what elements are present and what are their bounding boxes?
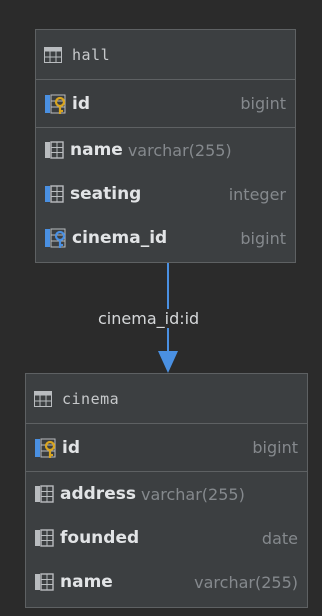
column-row-founded[interactable]: founded date — [26, 516, 307, 560]
column-row-id[interactable]: id bigint — [26, 424, 307, 471]
table-title: hall — [72, 45, 111, 64]
column-notnull-icon — [44, 184, 66, 204]
column-row-name[interactable]: name varchar(255) — [36, 128, 295, 172]
table-header[interactable]: hall — [36, 30, 295, 80]
column-type: integer — [228, 184, 286, 204]
table-hall[interactable]: hall id bigint name varchar(255) seating… — [35, 29, 296, 263]
column-name: founded — [60, 528, 140, 548]
column-name: address — [60, 484, 136, 504]
column-name: name — [70, 140, 123, 160]
table-icon — [34, 390, 52, 407]
column-type: bigint — [240, 94, 286, 113]
column-row-id[interactable]: id bigint — [36, 80, 295, 127]
primary-key-section: id bigint — [36, 80, 295, 128]
relation-arrowhead — [158, 351, 178, 373]
column-icon — [44, 140, 66, 160]
column-type: varchar(255) — [140, 484, 245, 504]
column-row-name[interactable]: name varchar(255) — [26, 560, 307, 604]
column-name: cinema_id — [72, 228, 168, 248]
column-name: id — [72, 93, 90, 114]
column-type: bigint — [252, 438, 298, 457]
column-row-cinema-id[interactable]: cinema_id bigint — [36, 216, 295, 260]
column-row-address[interactable]: address varchar(255) — [26, 472, 307, 516]
column-icon — [34, 484, 56, 504]
column-type: varchar(255) — [194, 572, 298, 592]
column-name: seating — [70, 184, 142, 204]
column-name: id — [62, 437, 80, 458]
column-icon — [34, 572, 56, 592]
table-title: cinema — [62, 389, 120, 408]
primary-key-column-icon — [44, 93, 68, 115]
column-row-seating[interactable]: seating integer — [36, 172, 295, 216]
column-icon — [34, 528, 56, 548]
relation-label: cinema_id:id — [96, 309, 202, 328]
primary-key-section: id bigint — [26, 424, 307, 472]
table-icon — [44, 46, 62, 63]
column-type: bigint — [240, 228, 286, 248]
column-type: date — [261, 528, 298, 548]
table-cinema[interactable]: cinema id bigint address varchar(255) fo… — [25, 373, 308, 608]
column-type: varchar(255) — [127, 140, 232, 160]
foreign-key-column-icon — [44, 227, 68, 249]
diagram-canvas: cinema_id:id hall id bigint name varchar… — [0, 0, 322, 616]
primary-key-column-icon — [34, 437, 58, 459]
column-name: name — [60, 572, 113, 592]
table-header[interactable]: cinema — [26, 374, 307, 424]
